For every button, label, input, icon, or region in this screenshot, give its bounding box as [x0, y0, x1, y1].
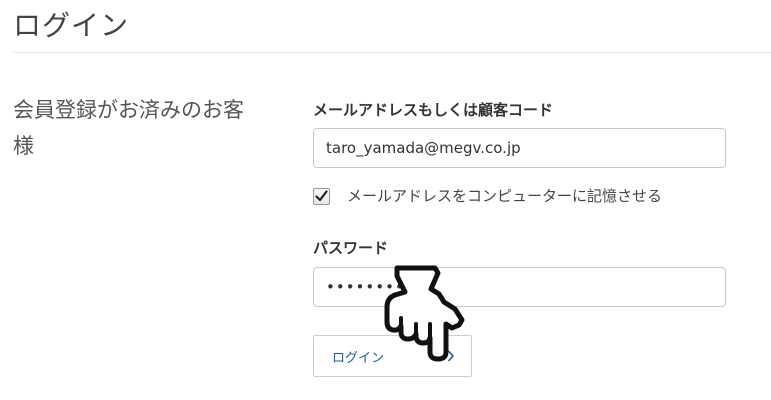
remember-me-checkbox[interactable] — [313, 187, 330, 205]
password-label: パスワード — [313, 239, 389, 257]
section-heading: 会員登録がお済みのお客様 — [13, 98, 244, 158]
email-input[interactable] — [313, 128, 726, 168]
password-input[interactable] — [313, 267, 726, 307]
title-divider — [13, 52, 771, 53]
email-label: メールアドレスもしくは顧客コード — [313, 101, 554, 119]
remember-me-label: メールアドレスをコンピューターに記憶させる — [347, 187, 663, 205]
page-title: ログイン — [13, 9, 130, 42]
hand-pointer-icon — [384, 265, 465, 362]
check-icon — [315, 190, 328, 202]
remember-me-row[interactable]: メールアドレスをコンピューターに記憶させる — [313, 184, 662, 208]
login-page: ログイン 会員登録がお済みのお客様 メールアドレスもしくは顧客コード メールアド… — [0, 0, 771, 400]
